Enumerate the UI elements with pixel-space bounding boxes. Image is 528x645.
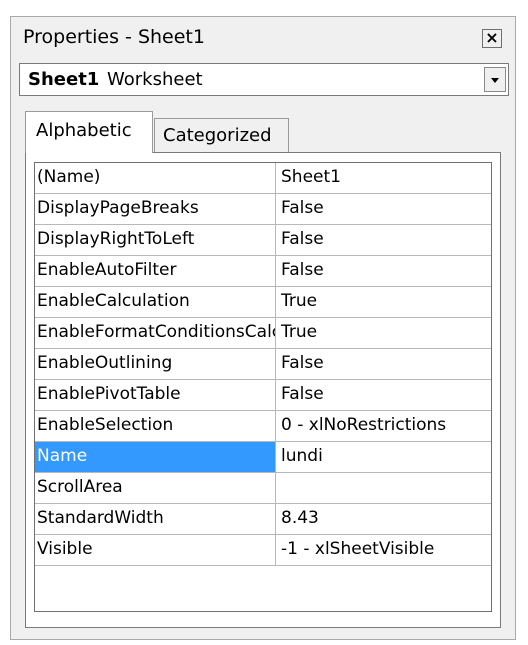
property-row[interactable]: EnableSelection 0 - xlNoRestrictions <box>35 411 491 442</box>
property-row[interactable]: EnableCalculation True <box>35 287 491 318</box>
tab-alphabetic[interactable]: Alphabetic <box>25 111 153 153</box>
property-grid-frame: (Name) Sheet1 DisplayPageBreaks False Di… <box>25 152 501 628</box>
property-row-selected[interactable]: Name lundi <box>35 442 491 473</box>
property-name: EnableOutlining <box>35 349 276 379</box>
property-value[interactable]: 8.43 <box>277 504 491 534</box>
property-name: EnableSelection <box>35 411 276 441</box>
property-value[interactable]: lundi <box>277 442 491 472</box>
property-value[interactable]: True <box>277 318 491 348</box>
property-value[interactable] <box>277 473 491 503</box>
property-name: Visible <box>35 535 276 565</box>
property-row[interactable]: EnablePivotTable False <box>35 380 491 411</box>
close-icon: × <box>485 28 499 47</box>
property-value[interactable]: False <box>277 380 491 410</box>
tab-categorized[interactable]: Categorized <box>154 118 289 152</box>
title-bar[interactable]: Properties - Sheet1 × <box>11 17 515 59</box>
property-row[interactable]: Visible -1 - xlSheetVisible <box>35 535 491 566</box>
property-name: ScrollArea <box>35 473 276 503</box>
object-selector-dropdown[interactable]: Sheet1 Worksheet <box>19 63 509 96</box>
property-value[interactable]: -1 - xlSheetVisible <box>277 535 491 565</box>
property-name: Name <box>35 442 276 472</box>
property-row[interactable]: EnableAutoFilter False <box>35 256 491 287</box>
property-name: (Name) <box>35 163 276 193</box>
property-name: EnableCalculation <box>35 287 276 317</box>
property-value[interactable]: Sheet1 <box>277 163 491 193</box>
property-row[interactable]: (Name) Sheet1 <box>35 163 491 194</box>
property-value[interactable]: True <box>277 287 491 317</box>
property-name: EnablePivotTable <box>35 380 276 410</box>
object-type: Worksheet <box>107 69 203 90</box>
chevron-down-icon[interactable] <box>484 67 506 92</box>
property-value[interactable]: 0 - xlNoRestrictions <box>277 411 491 441</box>
property-row[interactable]: ScrollArea <box>35 473 491 504</box>
property-name: DisplayPageBreaks <box>35 194 276 224</box>
close-button[interactable]: × <box>482 29 502 48</box>
property-row[interactable]: EnableFormatConditionsCalculation True <box>35 318 491 349</box>
property-name: StandardWidth <box>35 504 276 534</box>
property-name: DisplayRightToLeft <box>35 225 276 255</box>
window-title: Properties - Sheet1 <box>23 26 205 48</box>
property-name: EnableAutoFilter <box>35 256 276 286</box>
property-value[interactable]: False <box>277 194 491 224</box>
property-row[interactable]: EnableOutlining False <box>35 349 491 380</box>
property-name: EnableFormatConditionsCalculation <box>35 318 276 348</box>
tab-label: Categorized <box>163 125 272 146</box>
object-name: Sheet1 <box>28 69 100 90</box>
properties-window: Properties - Sheet1 × Sheet1 Worksheet A… <box>10 16 516 640</box>
property-grid: (Name) Sheet1 DisplayPageBreaks False Di… <box>34 162 492 612</box>
property-value[interactable]: False <box>277 256 491 286</box>
property-row[interactable]: DisplayRightToLeft False <box>35 225 491 256</box>
property-row[interactable]: StandardWidth 8.43 <box>35 504 491 535</box>
tab-label: Alphabetic <box>36 120 132 141</box>
property-value[interactable]: False <box>277 225 491 255</box>
property-value[interactable]: False <box>277 349 491 379</box>
property-row[interactable]: DisplayPageBreaks False <box>35 194 491 225</box>
